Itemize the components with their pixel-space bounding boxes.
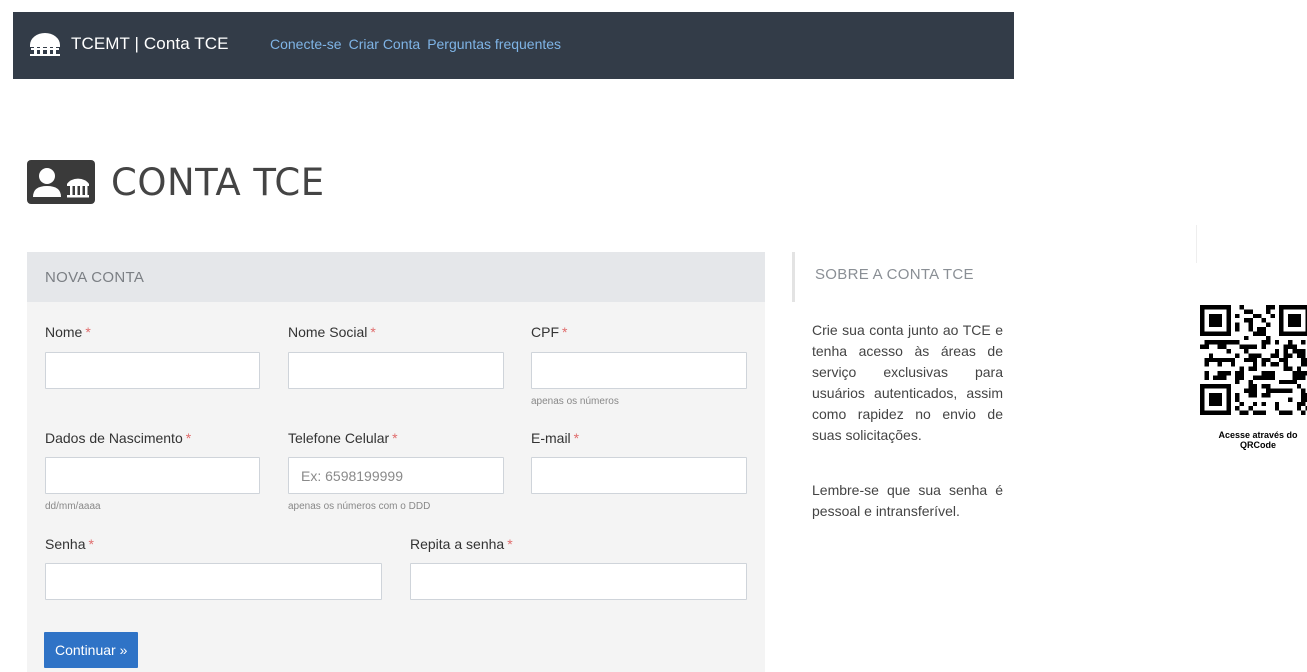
nome-input[interactable] <box>45 352 260 389</box>
contact-card-icon <box>27 160 95 205</box>
email-label-text: E-mail <box>531 430 571 446</box>
required-mark: * <box>85 324 91 340</box>
celular-label-text: Telefone Celular <box>288 430 390 446</box>
email-input[interactable] <box>531 457 747 494</box>
continuar-button[interactable]: Continuar » <box>44 632 139 668</box>
nascimento-label-text: Dados de Nascimento <box>45 430 183 446</box>
repita-senha-label: Repita a senha * <box>410 536 513 552</box>
main-nav: Conecte-se Criar Conta Perguntas frequen… <box>270 36 568 52</box>
nascimento-help-text: dd/mm/aaaa <box>45 501 101 512</box>
divider <box>1196 225 1197 263</box>
nome-social-label-text: Nome Social <box>288 324 368 340</box>
nascimento-label: Dados de Nascimento * <box>45 430 191 446</box>
senha-label-text: Senha <box>45 536 86 552</box>
nav-link-perguntas-frequentes[interactable]: Perguntas frequentes <box>427 36 561 52</box>
senha-input[interactable] <box>45 563 382 600</box>
nome-label: Nome * <box>45 324 91 340</box>
required-mark: * <box>507 536 513 552</box>
nav-link-conecte-se[interactable]: Conecte-se <box>270 36 342 52</box>
celular-input[interactable] <box>288 457 504 494</box>
top-navbar: TCEMT | Conta TCE Conecte-se Criar Conta… <box>13 12 1014 79</box>
nome-social-label: Nome Social * <box>288 324 376 340</box>
brand-link[interactable]: TCEMT | Conta TCE <box>28 32 229 56</box>
page-title: CONTA TCE <box>27 136 325 229</box>
qr-caption: Acesse através do QRCode <box>1200 430 1307 450</box>
email-label: E-mail * <box>531 430 579 446</box>
nome-social-input[interactable] <box>288 352 504 389</box>
repita-senha-label-text: Repita a senha <box>410 536 505 552</box>
sidebar-accent-rule <box>792 252 795 302</box>
celular-label: Telefone Celular * <box>288 430 398 446</box>
page-heading: CONTA TCE <box>111 160 325 204</box>
senha-label: Senha * <box>45 536 94 552</box>
panel-title: NOVA CONTA <box>45 269 145 286</box>
repita-senha-input[interactable] <box>410 563 747 600</box>
cpf-label-text: CPF <box>531 324 559 340</box>
required-mark: * <box>573 430 580 446</box>
nascimento-input[interactable] <box>45 457 260 494</box>
sidebar-title: SOBRE A CONTA TCE <box>815 266 974 283</box>
required-mark: * <box>562 324 568 340</box>
institution-icon <box>30 33 60 56</box>
nav-link-criar-conta[interactable]: Criar Conta <box>349 36 421 52</box>
qr-caption-line1: Acesse através do <box>1218 430 1298 440</box>
panel-header: NOVA CONTA <box>27 252 765 302</box>
required-mark: * <box>392 430 398 446</box>
qr-code-image[interactable] <box>1200 305 1307 415</box>
brand-title: TCEMT | Conta TCE <box>71 34 229 53</box>
qr-caption-line2: QRCode <box>1240 440 1276 450</box>
celular-help-text: apenas os números com o DDD <box>288 501 431 512</box>
required-mark: * <box>88 536 94 552</box>
sidebar-description: Crie sua conta junto ao TCE e tenha aces… <box>812 322 1003 443</box>
required-mark: * <box>185 430 192 446</box>
nome-label-text: Nome <box>45 324 83 340</box>
cpf-help-text: apenas os números <box>531 396 619 407</box>
cpf-input[interactable] <box>531 352 747 389</box>
cpf-label: CPF * <box>531 324 567 340</box>
required-mark: * <box>370 324 376 340</box>
sidebar-password-note: Lembre-se que sua senha é pessoal e intr… <box>812 482 1003 519</box>
